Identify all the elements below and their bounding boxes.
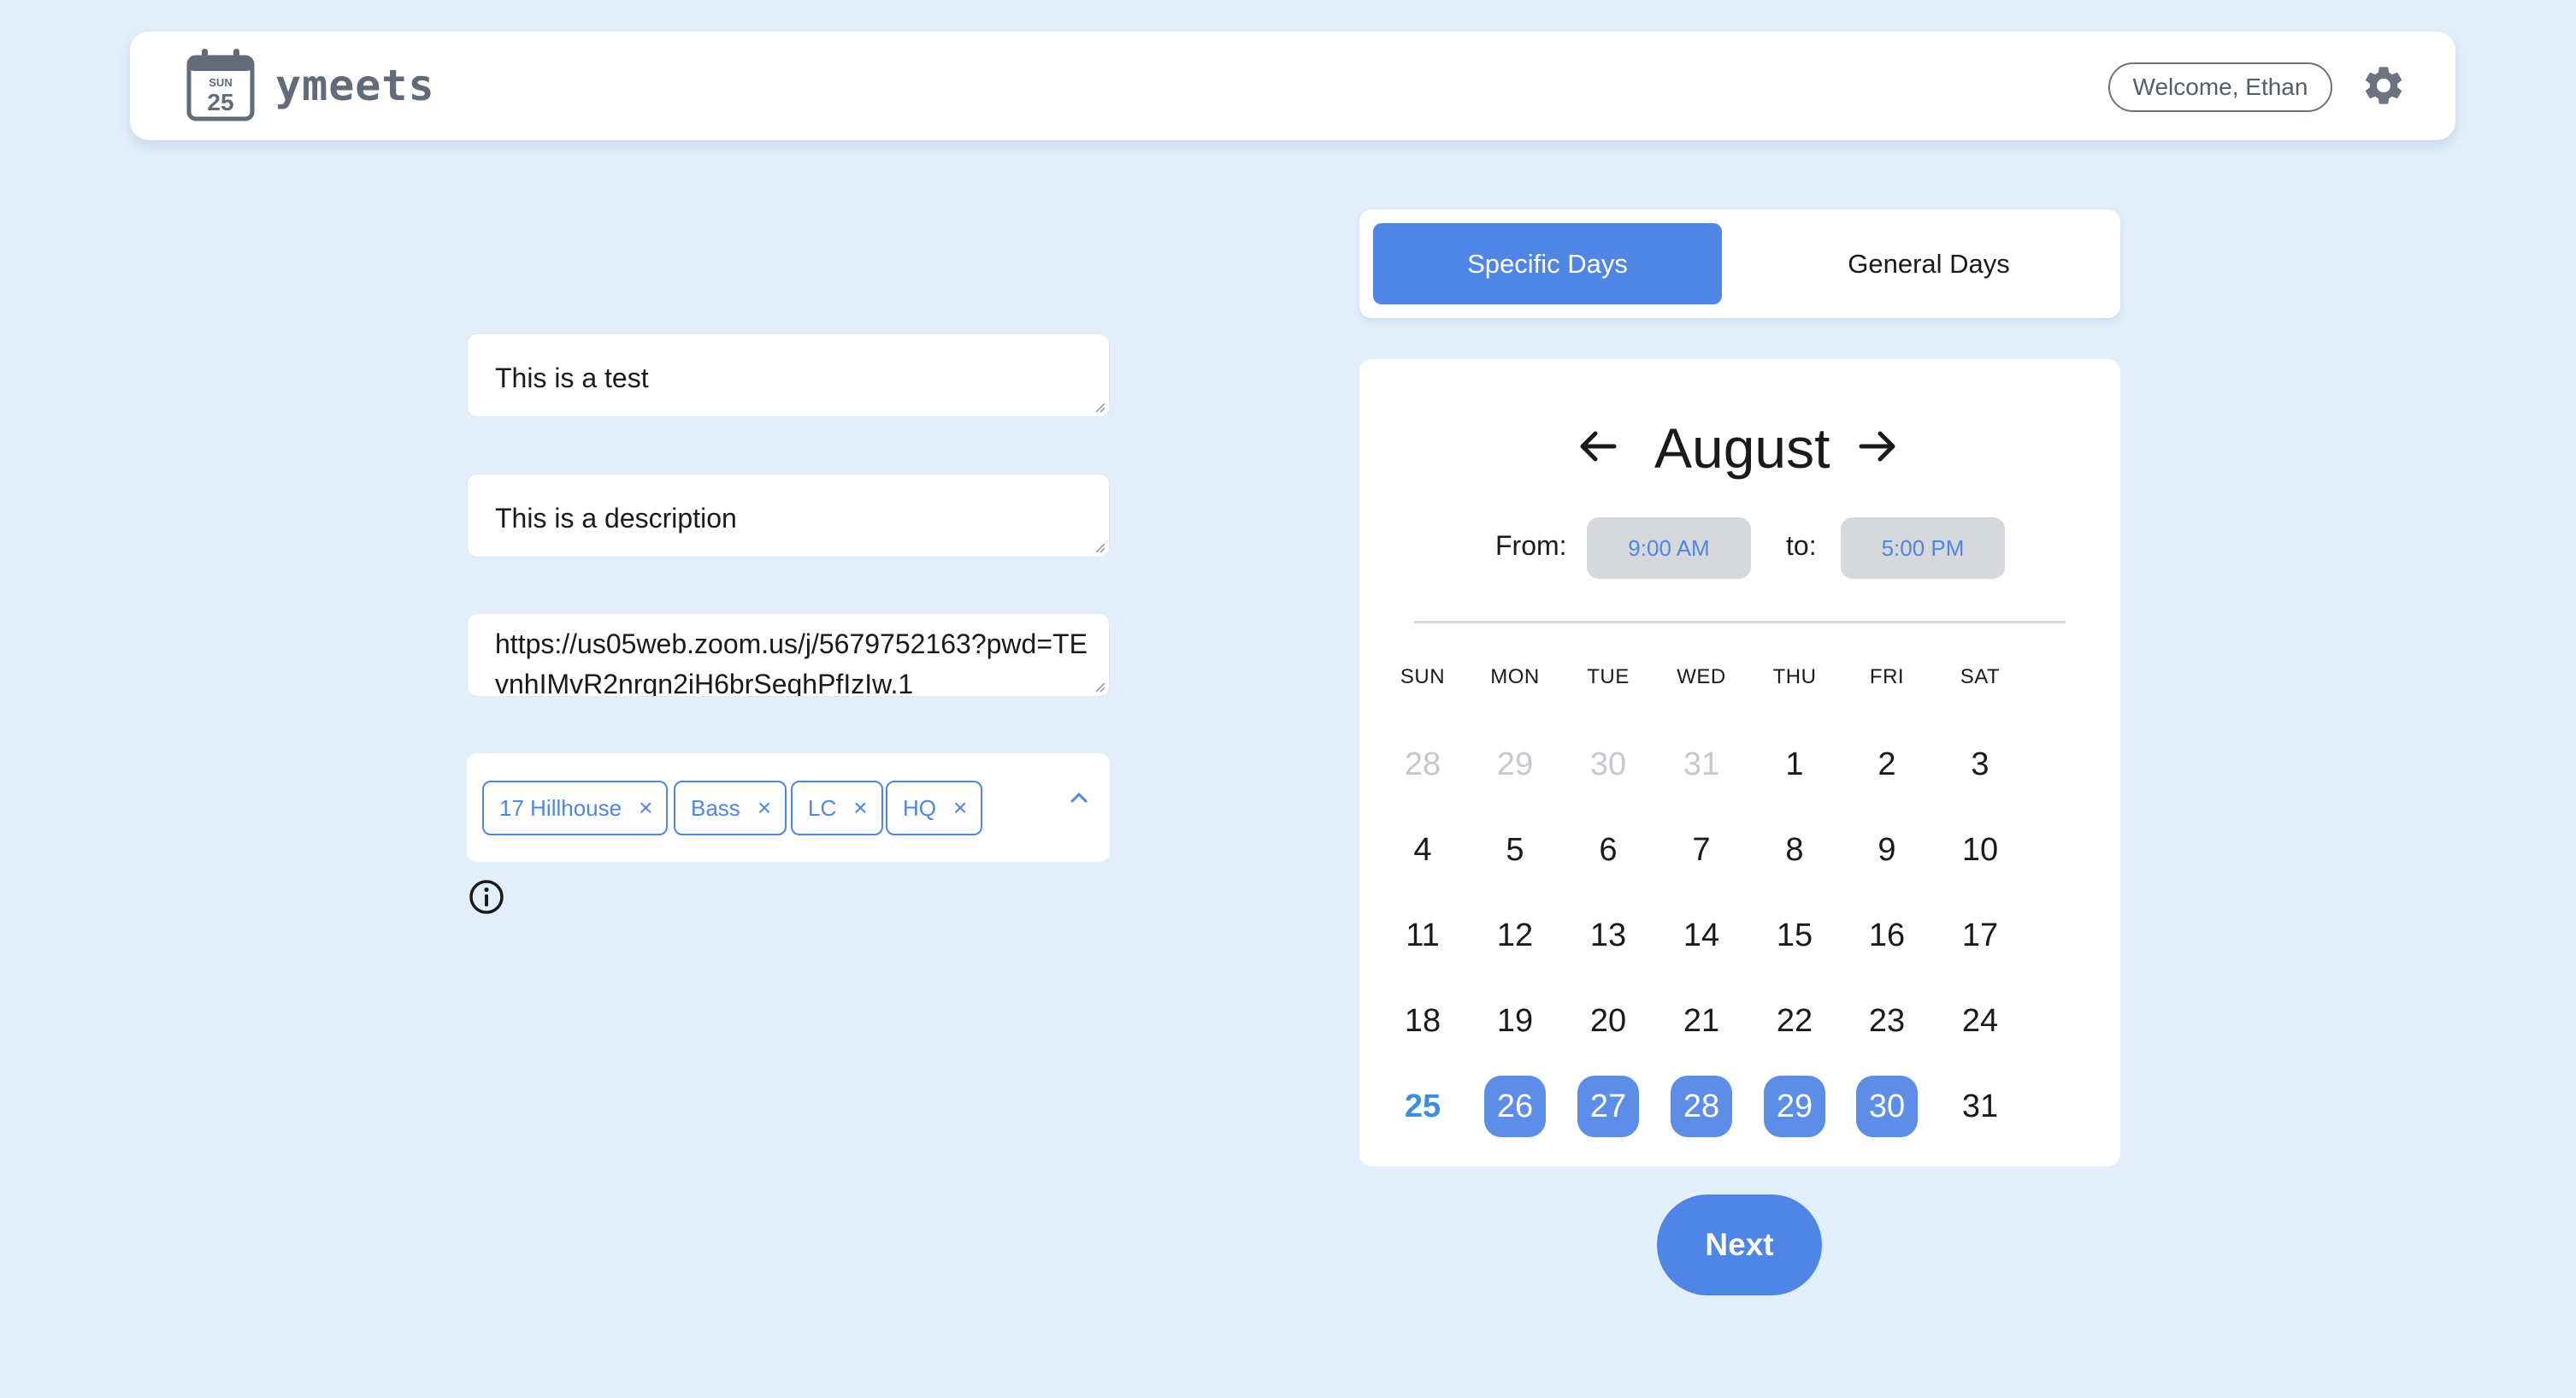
welcome-button[interactable]: Welcome, Ethan	[2108, 62, 2332, 112]
calendar-day[interactable]: 17	[1949, 905, 2011, 966]
weekday-label: TUE	[1587, 665, 1630, 688]
weekday-label: THU	[1772, 665, 1817, 688]
calendar-panel: August From: 9:00 AM to: 5:00 PM SUN MON T…	[1359, 359, 2120, 1166]
arrow-right-icon[interactable]	[1858, 429, 1897, 463]
tab-general-days[interactable]: General Days	[1754, 223, 2103, 304]
calendar-day[interactable]: 6	[1577, 819, 1639, 881]
start-time-select[interactable]: 9:00 AM	[1587, 517, 1751, 579]
calendar-day[interactable]: 29	[1484, 734, 1546, 795]
location-tag-label: LC	[808, 794, 837, 821]
calendar-day[interactable]: 26	[1484, 1076, 1546, 1137]
divider	[1414, 621, 2066, 623]
calendar-day[interactable]: 20	[1577, 990, 1639, 1052]
location-tag-label: 17 Hillhouse	[499, 794, 622, 821]
location-tag-label: HQ	[903, 794, 936, 821]
info-icon[interactable]	[469, 879, 504, 915]
event-description-value: This is a description	[495, 503, 737, 534]
calendar-day[interactable]: 18	[1392, 990, 1453, 1052]
arrow-left-icon[interactable]	[1578, 429, 1618, 463]
calendar-day[interactable]: 15	[1764, 905, 1825, 966]
location-tag[interactable]: LC ×	[791, 781, 883, 835]
weekday-label: FRI	[1869, 665, 1905, 688]
calendar-day[interactable]: 24	[1949, 990, 2011, 1052]
remove-tag-icon[interactable]: ×	[953, 794, 967, 822]
to-label: to:	[1786, 530, 1817, 561]
from-label: From:	[1495, 530, 1567, 561]
location-tag-label: Bass	[691, 794, 740, 821]
calendar-day[interactable]: 9	[1856, 819, 1918, 881]
event-description-field[interactable]: This is a description	[467, 474, 1110, 557]
calendar-day[interactable]: 2	[1856, 734, 1918, 795]
meeting-link-field[interactable]: https://us05web.zoom.us/j/5679752163?pwd…	[467, 613, 1110, 697]
weekday-label: SAT	[1960, 665, 2001, 688]
calendar-day[interactable]: 29	[1764, 1076, 1825, 1137]
calendar-day[interactable]: 16	[1856, 905, 1918, 966]
resize-grip-icon[interactable]	[1090, 677, 1105, 693]
top-nav-bar: SUN 25 ymeets Welcome, Ethan	[130, 32, 2455, 140]
location-tag[interactable]: 17 Hillhouse ×	[482, 781, 669, 835]
weekday-label: WED	[1677, 665, 1726, 688]
remove-tag-icon[interactable]: ×	[639, 794, 652, 822]
calendar-day[interactable]: 1	[1764, 734, 1825, 795]
end-time-select[interactable]: 5:00 PM	[1841, 517, 2005, 579]
remove-tag-icon[interactable]: ×	[757, 794, 771, 822]
calendar-icon[interactable]: SUN 25	[186, 49, 255, 122]
month-navigation: August	[1359, 412, 2120, 481]
event-title-field[interactable]: This is a test	[467, 333, 1110, 417]
location-tag[interactable]: Bass ×	[674, 781, 787, 835]
logo-day-num: 25	[207, 89, 233, 115]
day-mode-toggle: Specific Days General Days	[1359, 209, 2120, 318]
calendar-day[interactable]: 30	[1577, 734, 1639, 795]
gear-icon[interactable]	[2361, 62, 2407, 109]
calendar-day[interactable]: 19	[1484, 990, 1546, 1052]
remove-tag-icon[interactable]: ×	[853, 794, 867, 822]
chevron-up-icon[interactable]	[1069, 791, 1089, 805]
calendar-day[interactable]: 27	[1577, 1076, 1639, 1137]
calendar-day[interactable]: 25	[1392, 1076, 1453, 1137]
calendar-day[interactable]: 10	[1949, 819, 2011, 881]
month-label: August	[1654, 416, 1830, 480]
calendar-day[interactable]: 22	[1764, 990, 1825, 1052]
location-select[interactable]: 17 Hillhouse × Bass × LC × HQ ×	[467, 753, 1110, 862]
logo-day-abbr: SUN	[209, 76, 232, 89]
calendar-day[interactable]: 28	[1392, 734, 1453, 795]
calendar-day[interactable]: 11	[1392, 905, 1453, 966]
app-name[interactable]: ymeets	[275, 61, 435, 110]
calendar-day[interactable]: 14	[1671, 905, 1732, 966]
calendar-day[interactable]: 30	[1856, 1076, 1918, 1137]
calendar-day[interactable]: 31	[1949, 1076, 2011, 1137]
calendar-day[interactable]: 12	[1484, 905, 1546, 966]
calendar-day[interactable]: 21	[1671, 990, 1732, 1052]
calendar-day[interactable]: 28	[1671, 1076, 1732, 1137]
next-button[interactable]: Next	[1657, 1194, 1822, 1295]
calendar-day[interactable]: 23	[1856, 990, 1918, 1052]
calendar-day[interactable]: 13	[1577, 905, 1639, 966]
weekday-label: SUN	[1400, 665, 1446, 688]
calendar-day[interactable]: 5	[1484, 819, 1546, 881]
calendar-day[interactable]: 31	[1671, 734, 1732, 795]
calendar-day[interactable]: 3	[1949, 734, 2011, 795]
calendar-day[interactable]: 7	[1671, 819, 1732, 881]
resize-grip-icon[interactable]	[1090, 538, 1105, 553]
calendar-day[interactable]: 4	[1392, 819, 1453, 881]
weekday-label: MON	[1490, 665, 1540, 688]
event-title-value: This is a test	[495, 363, 649, 393]
meeting-link-value: https://us05web.zoom.us/j/5679752163?pwd…	[495, 628, 1088, 697]
location-tag[interactable]: HQ ×	[886, 781, 983, 835]
calendar-day[interactable]: 8	[1764, 819, 1825, 881]
tab-specific-days[interactable]: Specific Days	[1373, 223, 1722, 304]
resize-grip-icon[interactable]	[1090, 398, 1105, 413]
